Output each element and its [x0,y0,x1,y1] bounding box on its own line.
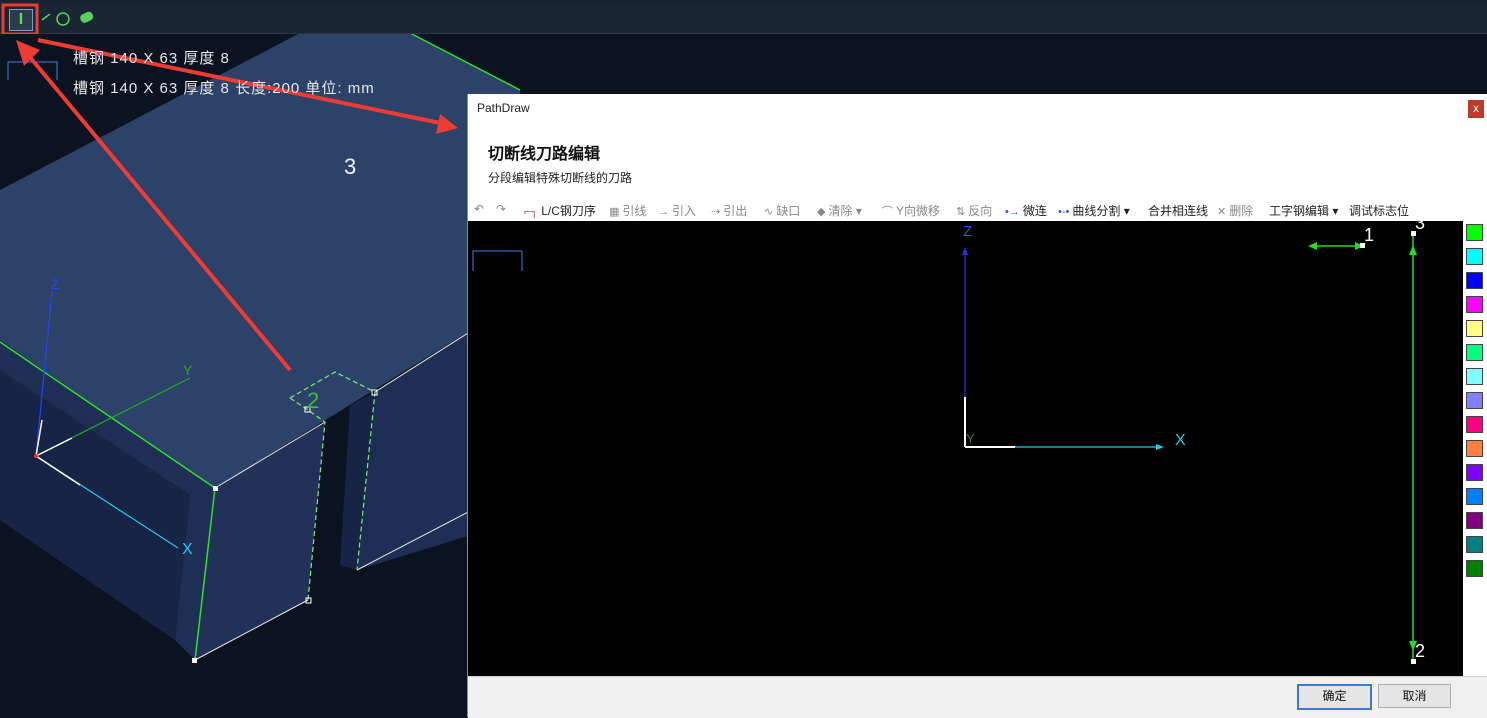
color-swatch[interactable] [1466,272,1483,289]
lead-line-button[interactable]: ▦ 引线 [609,202,646,219]
axis-origin [34,454,38,458]
profile-info-line-1: 槽钢 140 X 63 厚度 8 [73,50,230,67]
diamond-icon: ◆ [817,206,826,218]
merge-connect-button[interactable]: 合并相连线 [1148,202,1208,219]
color-swatch[interactable] [1466,224,1483,241]
point-label-3: 3 [1415,213,1426,233]
debug-flag-button[interactable]: 调试标志位 [1349,202,1409,219]
path-arrow-left [1308,242,1317,250]
color-swatch[interactable] [1466,488,1483,505]
reverse-button[interactable]: ⇅ 反向 [956,202,992,219]
curve-split-icon: •-• [1058,206,1070,218]
ibeam-edit-button[interactable]: 工字钢编辑 ▾ [1269,202,1338,219]
toolbar-icons [1,3,94,34]
color-swatch[interactable] [1466,440,1483,457]
axis-y-label: Y [183,362,193,378]
small-arrow-icon [41,13,51,21]
color-swatch[interactable] [1466,560,1483,577]
delete-button[interactable]: ✕ 删除 [1217,202,1253,219]
annotation-number-3: 3 [344,154,357,179]
point-label-2: 2 [1415,641,1426,661]
micro-join-icon: •→ [1005,206,1020,218]
path-canvas-drawing [472,231,1417,664]
vertex-marker [213,486,218,491]
path-arrow-up [1409,245,1417,255]
color-swatch[interactable] [1466,320,1483,337]
rotate-icon [56,12,70,26]
chevron-down-icon[interactable]: ▾ [856,204,862,218]
cancel-button[interactable]: 取消 [1378,684,1451,708]
dialog-subtitle: 分段编辑特殊切断线的刀路 [488,171,633,185]
lc-order-button[interactable]: ⌐┐ L/C钢刀序 [524,202,596,219]
notch-icon: ∿ [764,206,774,218]
lead-in-icon: → [658,206,669,218]
canvas-x-label: X [1175,432,1186,449]
color-swatch[interactable] [1466,416,1483,433]
chevron-down-icon[interactable]: ▾ [1332,204,1338,218]
dialog-heading: 切断线刀路编辑 [488,146,601,163]
path-canvas[interactable]: Z X Y 1 3 2 [468,213,1463,676]
color-swatch[interactable] [1466,512,1483,529]
y-shift-icon: ⌒ [882,206,893,218]
close-button[interactable]: x [1468,100,1484,118]
micro-join-button[interactable]: •→ 微连 [1005,202,1047,219]
axis-z-label: Z [51,276,60,292]
cut-label-2: 2 [307,388,320,413]
color-swatch[interactable] [1466,368,1483,385]
canvas-y-label: Y [966,431,975,446]
color-swatch[interactable] [1466,344,1483,361]
y-shift-button[interactable]: ⌒ Y向微移 [882,202,940,219]
curve-split-button[interactable]: •-• 曲线分割 ▾ [1058,202,1130,219]
axis-x-label: X [182,541,193,558]
lead-out-button[interactable]: ⇢ 引出 [711,202,747,219]
dialog-title: PathDraw [477,101,530,115]
pathdraw-dialog: PathDraw x 切断线刀路编辑 分段编辑特殊切断线的刀路 ↶ ↷ ⌐┐ L/… [467,94,1487,718]
ok-button[interactable]: 确定 [1297,684,1372,710]
color-swatch[interactable] [1466,296,1483,313]
lead-line-icon: ▦ [609,206,620,218]
profile-bracket-small [472,250,523,271]
cylinder-icon [80,11,94,23]
notch-button[interactable]: ∿ 缺口 [764,202,800,219]
lead-in-button[interactable]: → 引入 [658,202,696,219]
reverse-icon: ⇅ [956,206,966,218]
lc-order-icon: ⌐┐ [524,206,539,218]
delete-icon: ✕ [1217,206,1227,218]
chevron-down-icon[interactable]: ▾ [1124,204,1130,218]
color-swatch[interactable] [1466,392,1483,409]
redo-icon[interactable]: ↷ [496,202,506,216]
undo-icon[interactable]: ↶ [474,202,484,216]
vertex-marker [192,658,197,663]
color-swatch[interactable] [1466,464,1483,481]
clear-button[interactable]: ◆ 清除 ▾ [817,202,862,219]
color-swatch[interactable] [1466,248,1483,265]
dialog-footer: 确定 取消 [468,676,1487,718]
canvas-axis-x-arrowhead [1156,444,1164,450]
profile-info-line-2: 槽钢 140 X 63 厚度 8 长度:200 单位: mm [73,80,375,97]
red-highlight-box [1,3,39,34]
color-swatch[interactable] [1466,536,1483,553]
lead-out-icon: ⇢ [711,206,721,218]
canvas-z-label: Z [963,223,973,240]
main-toolbar: I [0,3,1487,34]
canvas-axis-z-arrowhead [962,247,968,255]
dialog-toolbar: ↶ ↷ ⌐┐ L/C钢刀序 ▦ 引线 → 引入 ⇢ 引出 ∿ 缺口 ◆ 清除 ▾ ⌒ Y向微移… [468,198,1487,222]
point-label-1: 1 [1364,225,1375,245]
color-palette [1463,221,1487,676]
